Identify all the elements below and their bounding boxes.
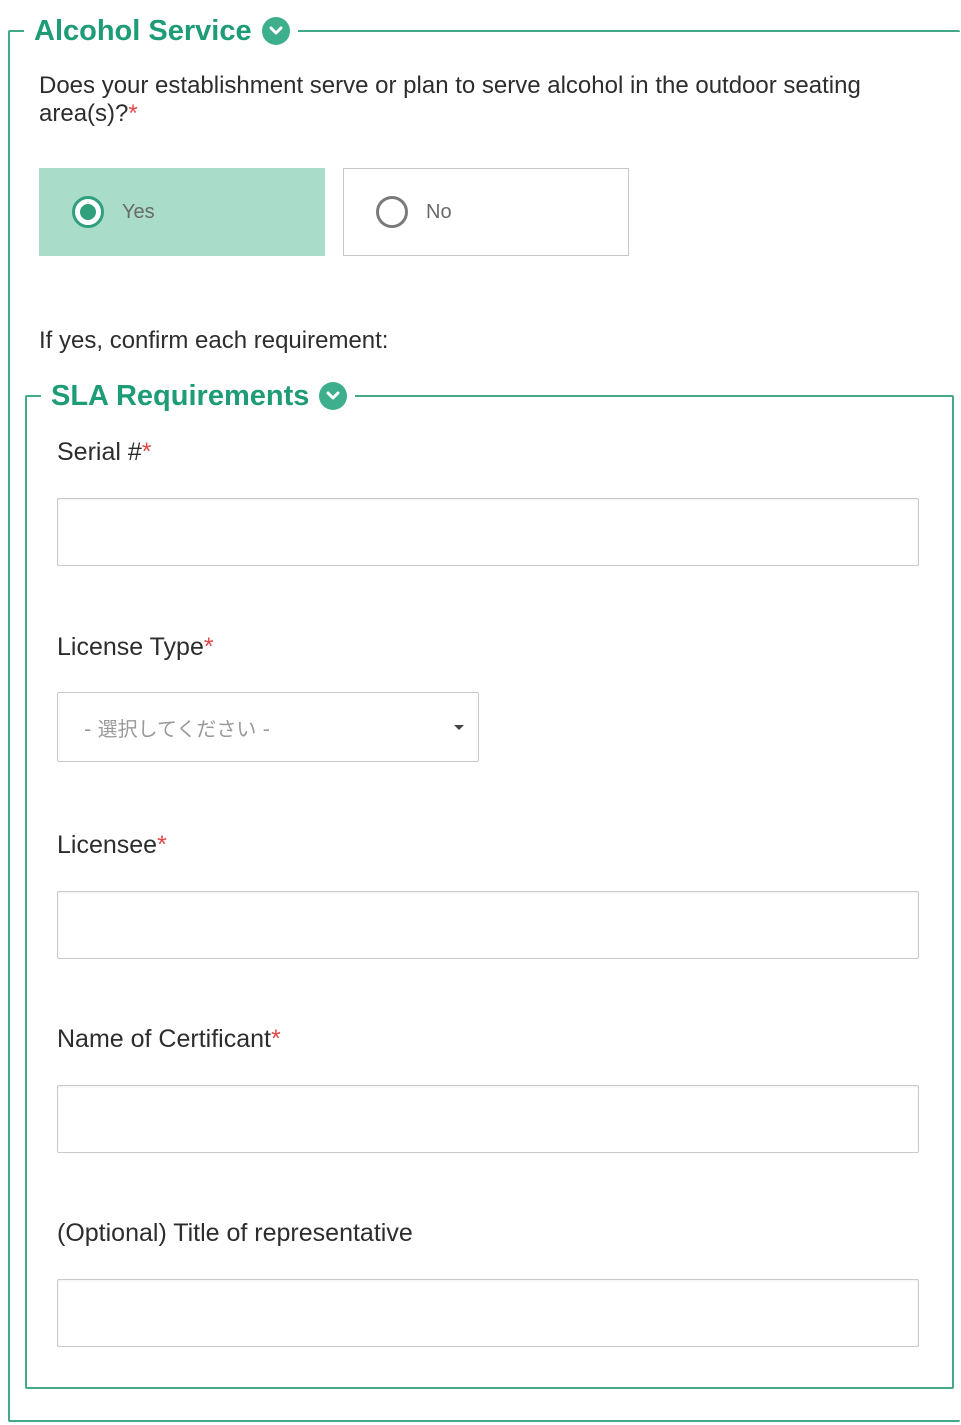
licensee-input[interactable] [57, 891, 919, 959]
representative-label-text: (Optional) Title of representative [57, 1219, 413, 1247]
alcohol-service-legend[interactable]: Alcohol Service [24, 11, 298, 51]
collapse-chevron-icon[interactable] [319, 382, 348, 410]
required-asterisk: * [203, 633, 214, 661]
serial-input[interactable] [57, 498, 919, 566]
required-asterisk: * [128, 100, 138, 127]
license-type-select[interactable]: - 選択してください - [57, 692, 479, 762]
licensee-label: Licensee* [57, 831, 167, 860]
required-asterisk: * [157, 831, 167, 859]
serial-label-text: Serial # [57, 438, 142, 466]
certificant-input[interactable] [57, 1085, 919, 1153]
sla-requirements-legend[interactable]: SLA Requirements [41, 376, 356, 416]
certificant-label: Name of Certificant* [57, 1025, 281, 1054]
dropdown-caret-icon[interactable] [454, 724, 464, 730]
license-type-selected-value: - 選択してください - [84, 716, 270, 741]
radio-no-label: No [426, 200, 452, 223]
radio-option-yes[interactable]: Yes [39, 168, 325, 256]
licensee-label-text: Licensee [57, 831, 158, 859]
alcohol-question: Does your establishment serve or plan to… [39, 72, 939, 128]
alcohol-service-title: Alcohol Service [34, 15, 252, 47]
alcohol-question-text: Does your establishment serve or plan to… [39, 72, 861, 127]
license-type-label-text: License Type [57, 633, 204, 661]
radio-selected-icon[interactable] [72, 196, 104, 228]
sla-requirements-title: SLA Requirements [51, 380, 310, 412]
radio-option-no[interactable]: No [343, 168, 629, 256]
required-asterisk: * [141, 438, 152, 466]
collapse-chevron-icon[interactable] [261, 17, 290, 45]
required-asterisk: * [270, 1025, 281, 1053]
license-type-label: License Type* [57, 633, 214, 662]
certificant-label-text: Name of Certificant [57, 1025, 271, 1053]
radio-unselected-icon[interactable] [376, 196, 408, 228]
representative-input[interactable] [57, 1279, 919, 1347]
serial-label: Serial #* [57, 438, 152, 467]
radio-yes-label: Yes [122, 200, 155, 223]
representative-label: (Optional) Title of representative [57, 1219, 413, 1248]
confirm-requirements-text: If yes, confirm each requirement: [39, 327, 389, 354]
